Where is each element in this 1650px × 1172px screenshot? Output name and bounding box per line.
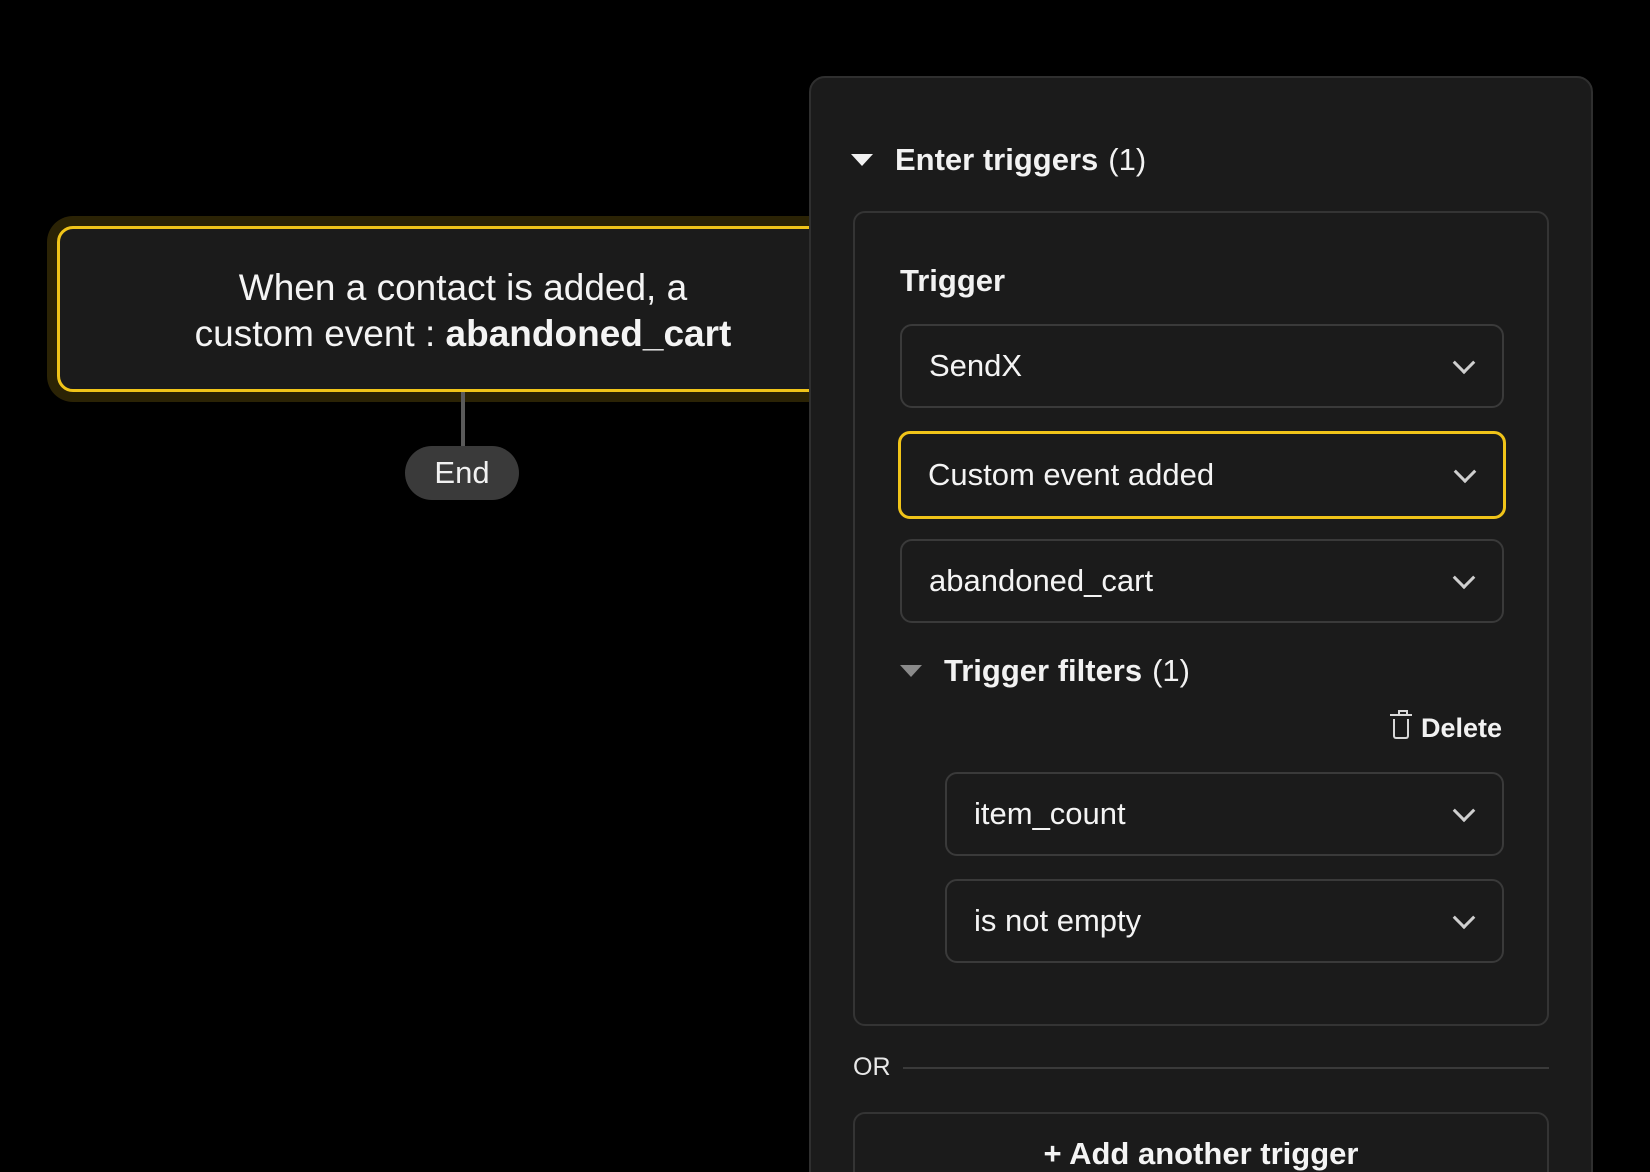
trigger-label: Trigger xyxy=(900,263,1006,298)
chevron-down-icon xyxy=(1452,351,1476,375)
event-type-select[interactable]: Custom event added xyxy=(898,431,1506,519)
chevron-down-icon xyxy=(1452,799,1476,823)
app-select[interactable]: SendX xyxy=(900,324,1504,408)
trigger-node-event-name: abandoned_cart xyxy=(445,313,732,354)
enter-triggers-header[interactable]: Enter triggers (1) xyxy=(851,142,1146,178)
end-node[interactable]: End xyxy=(405,446,519,500)
trigger-filters-count: (1) xyxy=(1152,653,1190,688)
divider-line xyxy=(902,1066,1549,1069)
caret-down-icon xyxy=(900,665,922,677)
delete-filter-button[interactable]: Delete xyxy=(1389,709,1502,744)
node-connector-line xyxy=(461,392,465,448)
trigger-filters-header[interactable]: Trigger filters (1) xyxy=(900,653,1190,689)
enter-triggers-label: Enter triggers xyxy=(895,142,1099,177)
filter-property-select[interactable]: item_count xyxy=(945,772,1504,856)
delete-filter-label: Delete xyxy=(1420,713,1502,743)
trigger-node-text: When a contact is added, a custom event … xyxy=(60,265,866,357)
filter-operator-select[interactable]: is not empty xyxy=(945,879,1504,963)
trigger-settings-panel: Enter triggers (1) Trigger SendX Custom … xyxy=(809,76,1593,1172)
event-name-select[interactable]: abandoned_cart xyxy=(900,539,1504,623)
event-type-select-value: Custom event added xyxy=(928,457,1215,492)
workflow-canvas: When a contact is added, a custom event … xyxy=(0,0,1650,1172)
trigger-card: Trigger SendX Custom event added abandon… xyxy=(853,211,1549,1026)
trigger-node[interactable]: When a contact is added, a custom event … xyxy=(57,226,887,392)
trash-icon xyxy=(1389,709,1412,739)
trigger-node-prefix: custom event : xyxy=(194,313,446,354)
trigger-node-line-1: When a contact is added, a xyxy=(238,267,688,308)
or-label: OR xyxy=(853,1053,891,1081)
chevron-down-icon xyxy=(1453,460,1477,484)
filter-operator-value: is not empty xyxy=(974,903,1142,938)
trigger-node-line-2: custom event : abandoned_cart xyxy=(60,311,866,357)
app-select-value: SendX xyxy=(929,348,1023,383)
chevron-down-icon xyxy=(1452,906,1476,930)
enter-triggers-count: (1) xyxy=(1108,142,1147,177)
add-another-trigger-button[interactable]: + Add another trigger xyxy=(853,1112,1549,1172)
caret-down-icon xyxy=(851,154,873,166)
filter-property-value: item_count xyxy=(974,796,1126,831)
chevron-down-icon xyxy=(1452,566,1476,590)
event-name-select-value: abandoned_cart xyxy=(929,563,1154,598)
trigger-filters-label: Trigger filters xyxy=(944,653,1143,688)
or-divider: OR xyxy=(853,1053,1549,1082)
